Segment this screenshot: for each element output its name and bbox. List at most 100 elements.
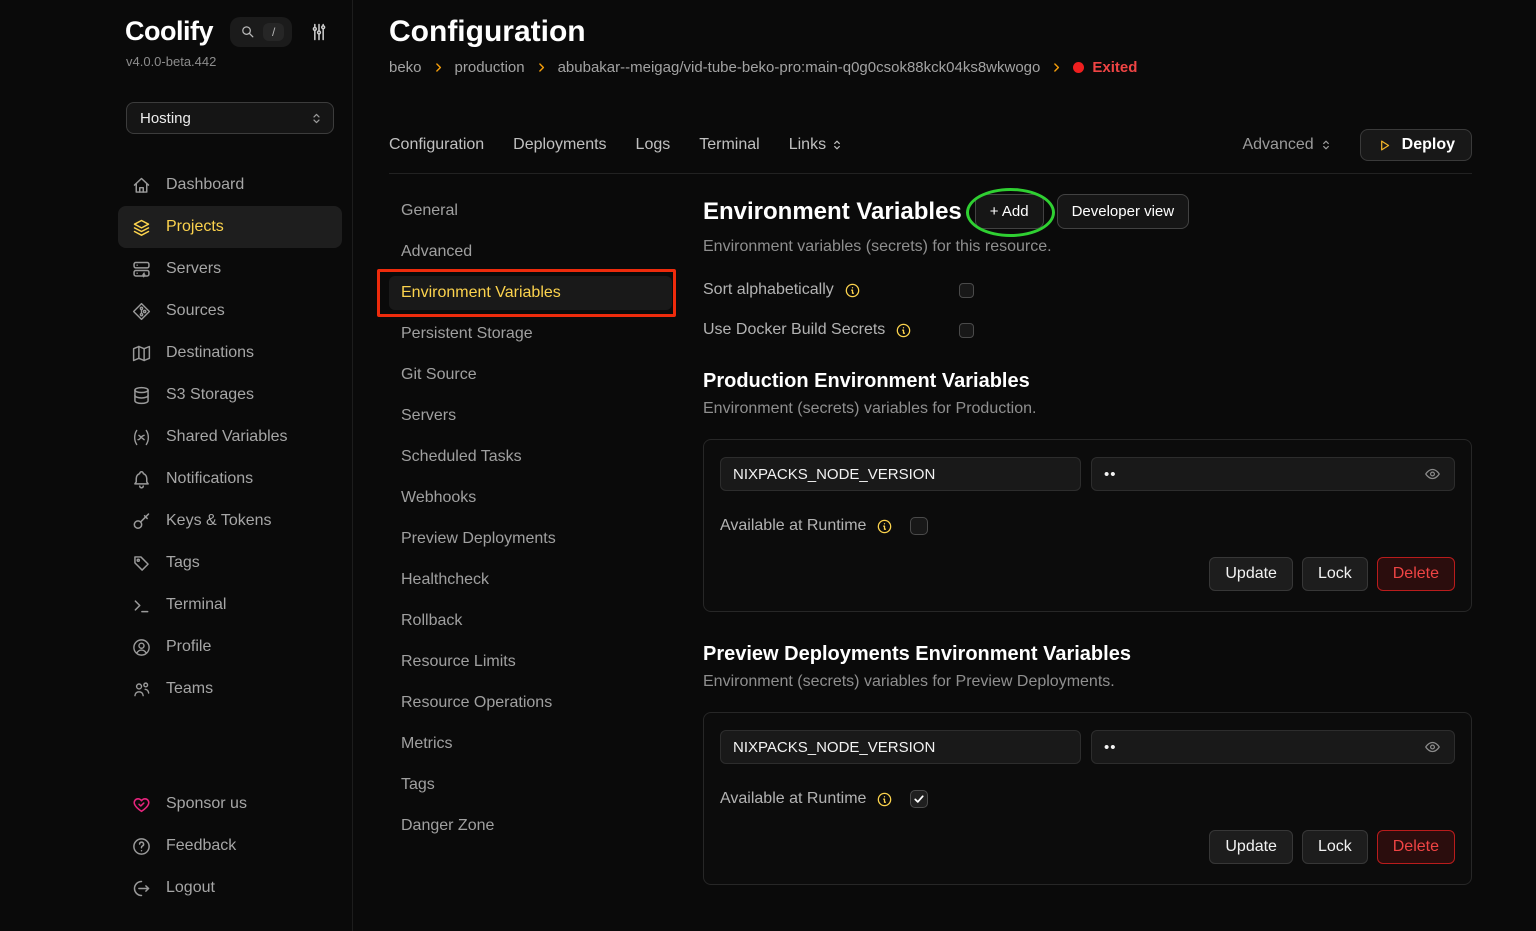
tab-links[interactable]: Links bbox=[789, 136, 844, 154]
sidebar-item-label: Notifications bbox=[166, 470, 253, 488]
subnav-item-webhooks[interactable]: Webhooks bbox=[389, 481, 672, 515]
variable-value-input[interactable] bbox=[1091, 730, 1455, 764]
sidebar-item-label: Servers bbox=[166, 260, 221, 278]
available-at-runtime-checkbox[interactable] bbox=[910, 790, 928, 808]
tab-terminal[interactable]: Terminal bbox=[699, 136, 759, 154]
subnav-item-label: Environment Variables bbox=[401, 284, 561, 301]
subnav-item-environment-variables[interactable]: Environment Variables bbox=[389, 276, 672, 310]
breadcrumb-project[interactable]: beko bbox=[389, 59, 422, 76]
sort-alphabetically-checkbox[interactable] bbox=[959, 283, 974, 298]
variable-key-input[interactable] bbox=[720, 457, 1081, 491]
sidebar-item-sponsor-us[interactable]: Sponsor us bbox=[118, 783, 342, 825]
eye-icon[interactable] bbox=[1423, 738, 1442, 757]
tag-icon bbox=[131, 553, 152, 574]
tab-links-label: Links bbox=[789, 136, 826, 154]
heart-hands-icon bbox=[131, 794, 152, 815]
preview-section-description: Environment (secrets) variables for Prev… bbox=[703, 673, 1472, 691]
breadcrumb-environment[interactable]: production bbox=[455, 59, 525, 76]
sidebar-item-tags[interactable]: Tags bbox=[118, 542, 342, 584]
sidebar-item-teams[interactable]: Teams bbox=[118, 668, 342, 710]
update-button[interactable]: Update bbox=[1209, 557, 1293, 591]
sidebar-item-keys-tokens[interactable]: Keys & Tokens bbox=[118, 500, 342, 542]
subnav-item-healthcheck[interactable]: Healthcheck bbox=[389, 563, 672, 597]
settings-sliders-icon[interactable] bbox=[309, 22, 329, 42]
env-variables-title: Environment Variables bbox=[703, 198, 962, 226]
preview-section-title: Preview Deployments Environment Variable… bbox=[703, 643, 1472, 666]
sidebar-item-label: Profile bbox=[166, 638, 211, 656]
search-button[interactable]: / bbox=[230, 17, 292, 47]
subnav-item-scheduled-tasks[interactable]: Scheduled Tasks bbox=[389, 440, 672, 474]
production-section-title: Production Environment Variables bbox=[703, 370, 1472, 393]
info-icon bbox=[844, 282, 861, 299]
tab-logs[interactable]: Logs bbox=[636, 136, 671, 154]
subnav-item-general[interactable]: General bbox=[389, 194, 672, 228]
git-source-icon bbox=[131, 301, 152, 322]
subnav-item-danger-zone[interactable]: Danger Zone bbox=[389, 809, 672, 843]
app-version: v4.0.0-beta.442 bbox=[126, 54, 341, 69]
sidebar-item-shared-variables[interactable]: Shared Variables bbox=[118, 416, 342, 458]
sidebar-item-logout[interactable]: Logout bbox=[118, 867, 342, 909]
server-icon bbox=[131, 259, 152, 280]
info-icon bbox=[876, 518, 893, 535]
docker-build-secrets-checkbox[interactable] bbox=[959, 323, 974, 338]
subnav-item-servers[interactable]: Servers bbox=[389, 399, 672, 433]
variable-key-input[interactable] bbox=[720, 730, 1081, 764]
sidebar-item-projects[interactable]: Projects bbox=[118, 206, 342, 248]
subnav-item-resource-operations[interactable]: Resource Operations bbox=[389, 686, 672, 720]
developer-view-button[interactable]: Developer view bbox=[1057, 194, 1190, 229]
update-button[interactable]: Update bbox=[1209, 830, 1293, 864]
home-icon bbox=[131, 175, 152, 196]
production-variable-card: Available at Runtime Update Lock Delete bbox=[703, 439, 1472, 612]
subnav-item-rollback[interactable]: Rollback bbox=[389, 604, 672, 638]
add-variable-button[interactable]: + Add bbox=[975, 194, 1044, 229]
available-at-runtime-checkbox[interactable] bbox=[910, 517, 928, 535]
breadcrumb-resource[interactable]: abubakar--meigag/vid-tube-beko-pro:main-… bbox=[558, 59, 1041, 76]
deploy-button[interactable]: Deploy bbox=[1360, 129, 1472, 161]
main-content: Configuration beko production abubakar--… bbox=[353, 0, 1536, 931]
subnav-item-preview-deployments[interactable]: Preview Deployments bbox=[389, 522, 672, 556]
page-title: Configuration bbox=[389, 14, 1472, 49]
sidebar-item-s3-storages[interactable]: S3 Storages bbox=[118, 374, 342, 416]
key-icon bbox=[131, 511, 152, 532]
lock-button[interactable]: Lock bbox=[1302, 830, 1368, 864]
deploy-button-label: Deploy bbox=[1402, 136, 1455, 154]
sidebar-item-terminal[interactable]: Terminal bbox=[118, 584, 342, 626]
sidebar: Coolify / v4.0.0-beta.442 Hosting Dashbo… bbox=[0, 0, 353, 931]
sidebar-item-label: Logout bbox=[166, 879, 215, 897]
breadcrumb: beko production abubakar--meigag/vid-tub… bbox=[389, 59, 1472, 76]
tabs-row: Configuration Deployments Logs Terminal … bbox=[389, 129, 1472, 174]
sidebar-item-profile[interactable]: Profile bbox=[118, 626, 342, 668]
subnav-item-persistent-storage[interactable]: Persistent Storage bbox=[389, 317, 672, 351]
tab-configuration[interactable]: Configuration bbox=[389, 136, 484, 154]
delete-button[interactable]: Delete bbox=[1377, 830, 1455, 864]
variable-value-input[interactable] bbox=[1091, 457, 1455, 491]
sidebar-item-feedback[interactable]: Feedback bbox=[118, 825, 342, 867]
subnav-item-tags[interactable]: Tags bbox=[389, 768, 672, 802]
search-icon bbox=[240, 24, 255, 39]
lock-button[interactable]: Lock bbox=[1302, 557, 1368, 591]
sidebar-item-dashboard[interactable]: Dashboard bbox=[118, 164, 342, 206]
sidebar-item-label: Tags bbox=[166, 554, 200, 572]
subnav-item-resource-limits[interactable]: Resource Limits bbox=[389, 645, 672, 679]
delete-button[interactable]: Delete bbox=[1377, 557, 1455, 591]
subnav-item-advanced[interactable]: Advanced bbox=[389, 235, 672, 269]
sidebar-item-label: Shared Variables bbox=[166, 428, 288, 446]
sidebar-item-destinations[interactable]: Destinations bbox=[118, 332, 342, 374]
advanced-dropdown[interactable]: Advanced bbox=[1242, 136, 1332, 154]
tab-deployments[interactable]: Deployments bbox=[513, 136, 606, 154]
map-icon bbox=[131, 343, 152, 364]
eye-icon[interactable] bbox=[1423, 465, 1442, 484]
status-dot-icon bbox=[1073, 62, 1084, 73]
info-icon bbox=[895, 322, 912, 339]
terminal-icon bbox=[131, 595, 152, 616]
sidebar-item-servers[interactable]: Servers bbox=[118, 248, 342, 290]
status-text: Exited bbox=[1092, 59, 1137, 76]
advanced-dropdown-label: Advanced bbox=[1242, 136, 1313, 154]
production-section-description: Environment (secrets) variables for Prod… bbox=[703, 400, 1472, 418]
subnav-item-metrics[interactable]: Metrics bbox=[389, 727, 672, 761]
sidebar-item-notifications[interactable]: Notifications bbox=[118, 458, 342, 500]
sidebar-item-label: Projects bbox=[166, 218, 224, 236]
team-selector[interactable]: Hosting bbox=[126, 102, 334, 134]
sidebar-item-sources[interactable]: Sources bbox=[118, 290, 342, 332]
subnav-item-git-source[interactable]: Git Source bbox=[389, 358, 672, 392]
